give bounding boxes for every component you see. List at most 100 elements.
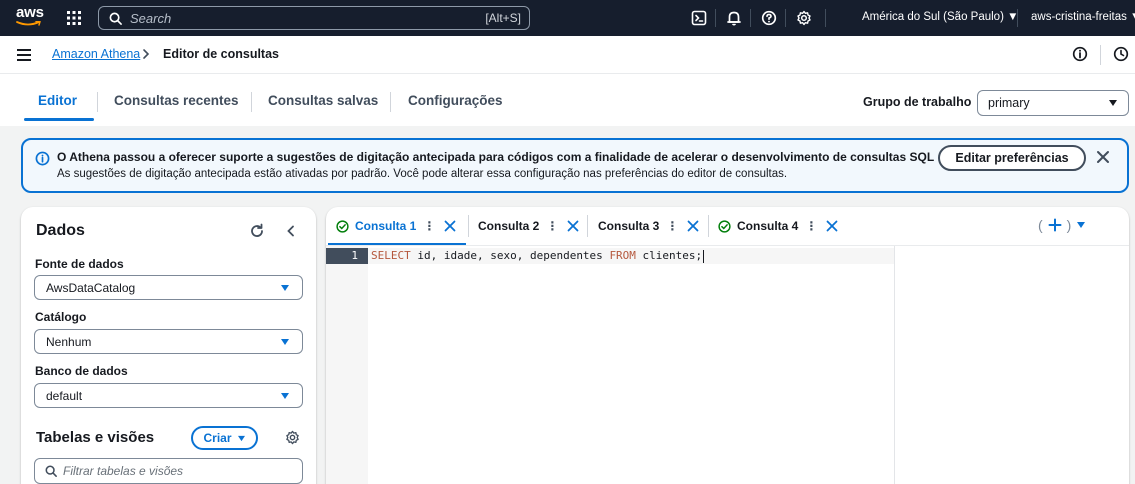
close-tab-icon[interactable]: [444, 220, 456, 232]
banner-body: As sugestões de digitação antecipada est…: [57, 168, 788, 180]
catalog-value: Nenhum: [46, 335, 92, 349]
refresh-icon[interactable]: [249, 223, 265, 239]
side-nav-toggle[interactable]: [16, 48, 32, 62]
caret-down-icon: [1109, 100, 1117, 106]
info-banner: O Athena passou a oferecer suporte a sug…: [21, 138, 1129, 193]
query-tab-label: Consulta 2: [478, 219, 540, 233]
code-line-1[interactable]: SELECT id, idade, sexo, dependentes FROM…: [371, 248, 705, 264]
caret-down-icon: [281, 339, 289, 345]
tab-saved-queries[interactable]: Consultas salvas: [268, 93, 378, 108]
database-select[interactable]: default: [34, 383, 303, 408]
query-tab-divider: [468, 215, 469, 237]
create-button[interactable]: Criar: [191, 426, 258, 450]
breadcrumb-current-page: Editor de consultas: [163, 47, 279, 61]
tab-divider: [251, 92, 252, 112]
query-editor: Consulta 1 ⋮ Consulta 2 ⋮ Consulta 3 ⋮ C…: [326, 207, 1129, 484]
top-navigation: aws Search [Alt+S] América do Sul (São P…: [0, 0, 1135, 36]
nav-divider: [825, 9, 826, 27]
close-tab-icon[interactable]: [687, 220, 699, 232]
close-tab-icon[interactable]: [567, 220, 579, 232]
query-tab-1[interactable]: Consulta 1 ⋮: [336, 218, 456, 234]
settings-gear-icon[interactable]: [795, 9, 813, 27]
print-margin: [894, 246, 895, 484]
filter-tables-input[interactable]: [34, 458, 303, 484]
info-circle-icon: [35, 151, 50, 166]
success-check-icon: [336, 219, 349, 233]
close-tab-icon[interactable]: [826, 220, 838, 232]
workgroup-select[interactable]: primary: [977, 90, 1129, 116]
breadcrumb-athena-link[interactable]: Amazon Athena: [52, 47, 140, 61]
search-icon: [109, 12, 122, 25]
notifications-bell-icon[interactable]: [725, 9, 743, 27]
paren-right-icon: ): [1066, 217, 1072, 233]
line-number: 1: [326, 248, 368, 264]
more-options-icon[interactable]: ⋮: [805, 219, 817, 233]
query-tab-label: Consulta 3: [598, 219, 660, 233]
code-editor-area[interactable]: 1 SELECT id, idade, sexo, dependentes FR…: [326, 245, 1129, 484]
sql-table: clientes;: [635, 249, 703, 262]
nav-divider: [785, 9, 786, 27]
tables-views-title: Tabelas e visões: [36, 429, 155, 446]
nav-divider: [715, 9, 716, 27]
hamburger-menu-icon: [17, 49, 31, 61]
data-panel: Dados Fonte de dados AwsDataCatalog Catá…: [21, 207, 316, 484]
chevron-right-icon: [143, 49, 150, 59]
search-shortcut: [Alt+S]: [485, 11, 521, 25]
account-menu[interactable]: aws-cristina-freitas ▼: [1031, 11, 1135, 23]
services-menu-icon[interactable]: [66, 10, 84, 26]
tab-divider: [97, 92, 98, 112]
query-tab-3[interactable]: Consulta 3 ⋮: [598, 218, 699, 234]
close-icon[interactable]: [1096, 150, 1110, 164]
catalog-select[interactable]: Nenhum: [34, 329, 303, 354]
query-tab-2[interactable]: Consulta 2 ⋮: [478, 218, 579, 234]
global-search-input[interactable]: Search [Alt+S]: [98, 6, 530, 30]
success-check-icon: [718, 219, 731, 233]
paren-left-icon: (: [1038, 217, 1043, 233]
filter-tables-text[interactable]: [63, 462, 293, 480]
cloudshell-icon[interactable]: [690, 9, 708, 27]
search-icon: [45, 465, 57, 477]
database-label: Banco de dados: [35, 364, 128, 378]
text-cursor: [703, 249, 705, 263]
caret-down-icon: [281, 285, 289, 291]
query-tabs: Consulta 1 ⋮ Consulta 2 ⋮ Consulta 3 ⋮ C…: [326, 207, 1129, 245]
create-button-label: Criar: [203, 431, 232, 445]
data-source-label: Fonte de dados: [35, 257, 124, 271]
data-source-select[interactable]: AwsDataCatalog: [34, 275, 303, 300]
edit-preferences-button[interactable]: Editar preferências: [938, 145, 1086, 171]
info-icon[interactable]: [1072, 46, 1088, 62]
tab-divider: [390, 92, 391, 112]
nav-divider: [750, 9, 751, 27]
add-query-icon[interactable]: [1048, 218, 1062, 232]
query-tab-label: Consulta 4: [737, 219, 799, 233]
caret-down-icon: [237, 435, 245, 441]
caret-down-icon[interactable]: [1076, 221, 1086, 229]
query-tab-divider: [587, 215, 588, 237]
active-tab-indicator: [24, 118, 94, 121]
more-options-icon[interactable]: ⋮: [666, 219, 678, 233]
query-tab-4[interactable]: Consulta 4 ⋮: [718, 218, 838, 234]
aws-logo[interactable]: aws: [16, 4, 46, 30]
more-options-icon[interactable]: ⋮: [546, 219, 558, 233]
clock-icon[interactable]: [1113, 46, 1129, 62]
more-options-icon[interactable]: ⋮: [423, 219, 435, 233]
help-icon[interactable]: [760, 9, 778, 27]
banner-title: O Athena passou a oferecer suporte a sug…: [57, 150, 935, 164]
chevron-left-icon[interactable]: [286, 225, 296, 237]
tab-editor[interactable]: Editor: [38, 93, 77, 108]
query-tab-divider: [708, 215, 709, 237]
breadcrumb-divider: [1100, 45, 1101, 65]
tab-recent-queries[interactable]: Consultas recentes: [114, 93, 239, 108]
line-number-gutter: [326, 246, 368, 484]
breadcrumb-bar: Amazon Athena Editor de consultas: [0, 36, 1135, 74]
data-panel-title: Dados: [36, 222, 85, 239]
aws-logo-text: aws: [16, 4, 44, 21]
caret-down-icon: [281, 393, 289, 399]
database-value: default: [46, 389, 83, 403]
settings-gear-icon[interactable]: [285, 430, 300, 445]
query-tab-label: Consulta 1: [355, 219, 417, 233]
tab-settings[interactable]: Configurações: [408, 93, 503, 108]
aws-smile-icon: [16, 21, 41, 26]
region-selector[interactable]: América do Sul (São Paulo) ▼: [862, 11, 1018, 23]
data-source-value: AwsDataCatalog: [46, 281, 136, 295]
